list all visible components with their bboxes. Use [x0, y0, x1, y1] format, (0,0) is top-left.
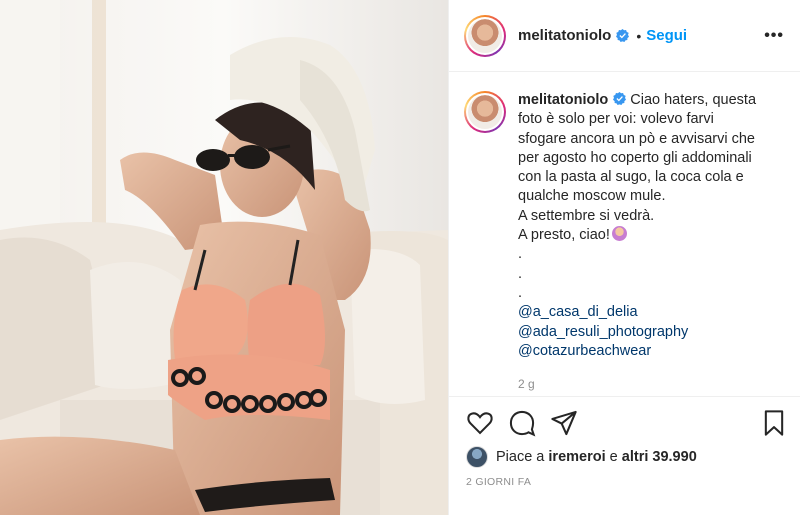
bookmark-icon[interactable] — [760, 409, 788, 437]
likes-summary: Piace a iremeroi e altri 39.990 — [466, 446, 697, 468]
caption-username[interactable]: melitatoniolo — [518, 92, 608, 108]
mention-link[interactable]: @ada_resuli_photography — [518, 323, 785, 342]
comment-icon[interactable] — [508, 409, 536, 437]
caption-line: sfogare ancora un pò e avvisarvi che — [518, 130, 755, 147]
caption-line: foto è solo per voi: volevo farvi — [518, 111, 714, 128]
liker-avatar[interactable] — [466, 446, 488, 468]
caption-line: A settembre si vedrà. — [518, 207, 655, 224]
mention-link[interactable]: @cotazurbeachwear — [518, 342, 785, 361]
post-header: melitatoniolo • Segui ••• — [449, 0, 800, 72]
verified-badge-icon — [613, 92, 627, 105]
likes-middle: e — [609, 449, 618, 465]
caption-line: Ciao haters, questa — [630, 92, 757, 108]
post-date[interactable]: 2 GIORNI FA — [466, 476, 531, 488]
caption-dot: . — [518, 284, 523, 301]
follow-button[interactable]: Segui — [646, 27, 687, 44]
likes-others-link[interactable]: altri 39.990 — [622, 449, 697, 465]
avatar[interactable] — [464, 14, 506, 57]
caption-line: per agosto ho coperto gli addominali — [518, 149, 752, 166]
caption-text: melitatoniolo Ciao haters, questa foto è… — [518, 91, 785, 395]
emoji-icon — [611, 226, 627, 242]
liker-username[interactable]: iremeroi — [548, 449, 605, 465]
caption-avatar[interactable] — [464, 91, 506, 133]
likes-prefix: Piace a — [496, 449, 545, 465]
post-photo[interactable] — [0, 0, 448, 515]
caption-line: A presto, ciao! — [518, 227, 610, 244]
caption-timestamp[interactable]: 2 g — [518, 375, 785, 394]
more-options-icon[interactable]: ••• — [764, 27, 784, 45]
heart-icon[interactable] — [466, 409, 494, 437]
caption-dot: . — [518, 246, 523, 263]
verified-badge-icon — [616, 29, 630, 42]
paper-plane-icon[interactable] — [550, 409, 578, 437]
caption-section: melitatoniolo Ciao haters, questa foto è… — [449, 73, 800, 395]
photo-illustration — [0, 0, 448, 515]
header-username[interactable]: melitatoniolo — [518, 27, 611, 44]
post-side-panel: melitatoniolo • Segui ••• melitatoniolo … — [448, 0, 800, 515]
action-bar — [449, 396, 800, 448]
mention-link[interactable]: @a_casa_di_delia — [518, 303, 785, 322]
caption-line: con la pasta al sugo, la coca cola e — [518, 169, 744, 186]
caption-dot: . — [518, 265, 523, 282]
separator-dot: • — [636, 27, 642, 44]
caption-line: qualche moscow mule. — [518, 188, 666, 205]
